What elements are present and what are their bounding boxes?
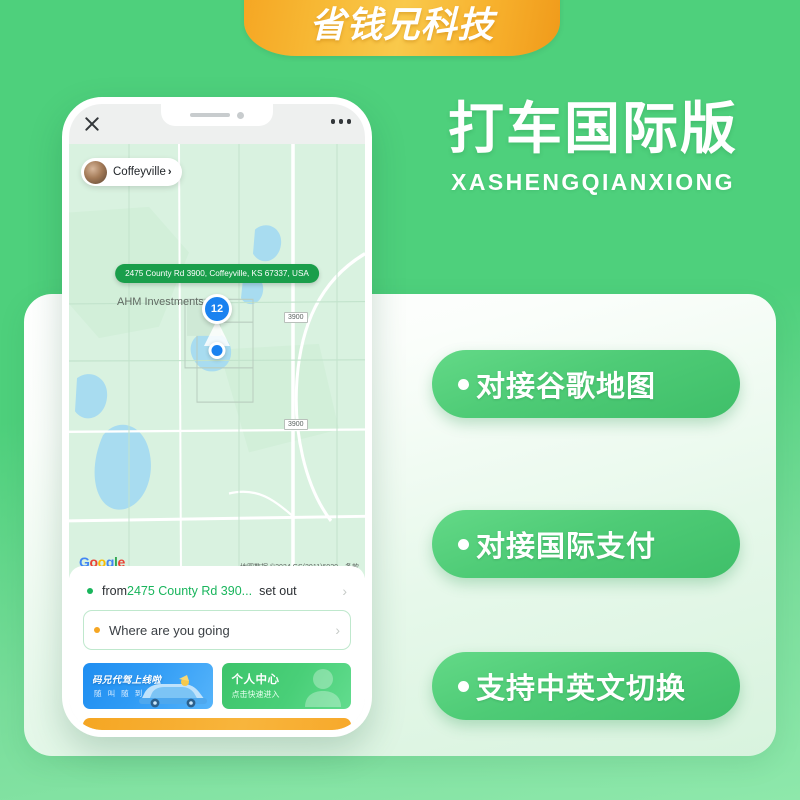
destination-input[interactable]: Where are you going › [83, 610, 351, 650]
road-shield: 3900 [284, 419, 308, 430]
bullet-dot-icon [458, 538, 469, 550]
speaker-icon [190, 113, 230, 117]
bullet-dot-icon [458, 378, 469, 390]
ride-request-sheet: from 2475 County Rd 390... set out › Whe… [69, 566, 365, 730]
camera-icon [237, 111, 244, 119]
brand-ribbon-text: 省钱兄科技 [309, 4, 495, 45]
address-bubble: 2475 County Rd 3900, Coffeyville, KS 673… [115, 264, 319, 283]
promo-card-subtitle: 点击快速进入 [231, 690, 280, 699]
city-selector-chip[interactable]: Coffeyville › [81, 158, 182, 186]
phone-screen: Coffeyville › 2475 County Rd 3900, Coffe… [69, 104, 365, 730]
map-marker-badge[interactable]: 12 [202, 294, 232, 324]
pickup-address: 2475 County Rd 390... [127, 584, 253, 598]
phone-mockup: Coffeyville › 2475 County Rd 3900, Coffe… [62, 97, 372, 737]
app-top-bar [69, 104, 365, 144]
road-shield: 3900 [284, 312, 308, 323]
map-graphics [69, 144, 365, 578]
map-view[interactable]: Coffeyville › 2475 County Rd 3900, Coffe… [69, 144, 365, 578]
phone-notch [161, 104, 273, 126]
pickup-dot-icon [87, 588, 93, 594]
poi-label: AHM Investments [117, 296, 204, 308]
feature-pill-label: 支持中英文切换 [476, 673, 687, 705]
pickup-row[interactable]: from 2475 County Rd 390... set out › [83, 578, 351, 610]
bullet-dot-icon [458, 680, 469, 692]
promo-card-user-center[interactable]: 个人中心 点击快速进入 [221, 663, 351, 709]
destination-dot-icon [94, 627, 100, 633]
chevron-right-icon: › [335, 622, 340, 638]
page-subtitle: XASHENGQIANXIONG [451, 168, 735, 195]
feature-pill-international-payment[interactable]: 对接国际支付 [432, 510, 740, 578]
feature-pill-label: 对接谷歌地图 [476, 371, 657, 403]
set-out-label: set out [259, 584, 297, 598]
feature-pill-label: 对接国际支付 [476, 531, 657, 563]
city-name: Coffeyville [113, 166, 166, 178]
headline-block: 打车国际版 XASHENGQIANXIONG [418, 97, 768, 196]
chevron-right-icon: › [342, 583, 347, 599]
close-icon[interactable] [83, 115, 101, 133]
feature-pill-google-maps[interactable]: 对接谷歌地图 [432, 350, 740, 418]
more-options-icon[interactable] [330, 119, 351, 124]
promo-card-title: 个人中心 [231, 674, 280, 686]
page-title: 打车国际版 [448, 97, 738, 160]
destination-placeholder: Where are you going [109, 622, 230, 638]
person-icon [305, 669, 341, 707]
brand-ribbon: 省钱兄科技 [244, 0, 560, 56]
car-icon [138, 675, 207, 708]
avatar [84, 160, 107, 184]
chevron-right-icon: › [167, 166, 172, 178]
current-location-dot-icon [208, 342, 226, 359]
promo-card-designated-driver[interactable]: 码兄代驾上线啦 随 叫 随 到 [83, 663, 213, 709]
feature-pill-language-switch[interactable]: 支持中英文切换 [432, 652, 740, 720]
promo-cards: 码兄代驾上线啦 随 叫 随 到 个人中心 点击快速进入 [83, 663, 351, 709]
pickup-prefix: from [102, 584, 127, 598]
promo-banner-strip[interactable] [83, 718, 351, 730]
